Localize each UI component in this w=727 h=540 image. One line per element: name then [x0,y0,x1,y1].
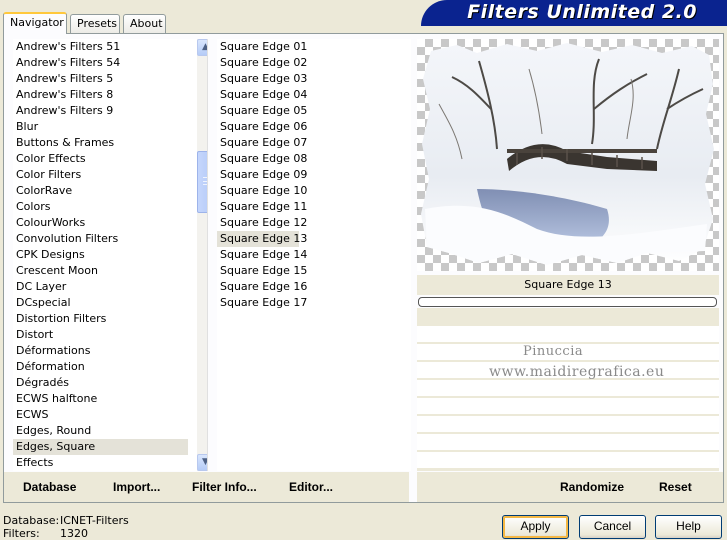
category-list-item[interactable]: Convolution Filters [13,231,188,247]
category-list-item[interactable]: Déformations [13,343,188,359]
filter-list-item[interactable]: Square Edge 14 [217,247,307,263]
editor-button[interactable]: Editor... [289,480,333,494]
randomize-button[interactable]: Randomize [560,480,624,494]
database-label: Database: [3,514,60,527]
navigator-panel: Andrew's Filters 51 Andrew's Filters 54 An… [3,33,724,503]
database-value: ICNET-Filters [60,514,129,527]
category-list-item[interactable]: Dégradés [13,375,188,391]
category-items: Andrew's Filters 51 Andrew's Filters 54 An… [13,39,207,471]
category-list-item[interactable]: Déformation [13,359,188,375]
filter-info-button[interactable]: Filter Info... [192,480,257,494]
control-row [417,452,719,468]
category-list-item[interactable]: Blur [13,119,188,135]
category-list-item[interactable]: CPK Designs [13,247,188,263]
control-row [417,380,719,396]
tab-navigator[interactable]: Navigator [3,12,67,34]
category-list-item[interactable]: DCspecial [13,295,188,311]
category-list-item[interactable]: Distort [13,327,188,343]
category-list-item[interactable]: Andrew's Filters 8 [13,87,188,103]
filter-list-item[interactable]: Square Edge 06 [217,119,307,135]
filter-list-item[interactable]: Square Edge 15 [217,263,307,279]
import-button[interactable]: Import... [113,480,160,494]
filters-label: Filters: [3,527,40,540]
category-list-item[interactable]: ColorRave [13,183,188,199]
filter-name-label: Square Edge 13 [524,278,612,291]
scroll-thumb[interactable] [197,151,207,213]
apply-button[interactable]: Apply [502,515,569,539]
help-button[interactable]: Help [655,515,722,539]
control-row [417,398,719,414]
category-list-item[interactable]: DC Layer [13,279,188,295]
filter-list-item[interactable]: Square Edge 16 [217,279,307,295]
category-list-item[interactable]: Distortion Filters [13,311,188,327]
filter-items: Square Edge 01 Square Edge 02 Square Edge … [217,39,411,311]
reset-button[interactable]: Reset [659,480,692,494]
filter-list-item[interactable]: Square Edge 09 [217,167,307,183]
tab-about[interactable]: About [123,14,166,33]
filter-list-item[interactable]: Square Edge 01 [217,39,307,55]
filter-list-item[interactable]: Square Edge 07 [217,135,307,151]
selected-filter-name: Square Edge 13 [417,275,719,295]
app-title: Filters Unlimited 2.0 [467,1,697,23]
category-list-item[interactable]: Edges, Round [13,423,188,439]
navigator-toolbar: Database Import... Filter Info... Editor… [4,472,723,502]
filter-list[interactable]: Square Edge 01 Square Edge 02 Square Edge … [217,39,411,471]
category-list-item[interactable]: Colors [13,199,188,215]
preview-image [417,39,719,271]
watermark-line2: www.maidiregrafica.eu [489,364,665,380]
filter-list-item[interactable]: Square Edge 02 [217,55,307,71]
category-list-item[interactable]: Andrew's Filters 54 [13,55,188,71]
category-list-item[interactable]: ColourWorks [13,215,188,231]
filter-list-item[interactable]: Square Edge 03 [217,71,307,87]
watermark-line1: Pinuccia [523,344,584,359]
category-list-item[interactable]: Buttons & Frames [13,135,188,151]
category-list-item[interactable]: Andrew's Filters 9 [13,103,188,119]
category-list-item[interactable]: Andrew's Filters 5 [13,71,188,87]
category-list-item[interactable]: Crescent Moon [13,263,188,279]
control-row [417,434,719,450]
database-button[interactable]: Database [23,480,76,494]
category-list[interactable]: Andrew's Filters 51 Andrew's Filters 54 An… [13,39,208,471]
scroll-up-icon[interactable]: ▲ [197,39,207,56]
status-filters: Filters: 1320 [3,527,88,540]
status-database: Database: ICNET-Filters [3,514,129,527]
filter-list-item[interactable]: Square Edge 12 [217,215,307,231]
filter-controls-area: Pinuccia www.maidiregrafica.eu [417,308,719,471]
tab-presets[interactable]: Presets [70,14,120,33]
category-list-item[interactable]: Color Effects [13,151,188,167]
category-list-item[interactable]: Andrew's Filters 51 [13,39,188,55]
filter-list-item[interactable]: Square Edge 04 [217,87,307,103]
category-list-item[interactable]: ECWS halftone [13,391,188,407]
filter-list-item[interactable]: Square Edge 05 [217,103,307,119]
category-list-item[interactable]: ECWS [13,407,188,423]
category-list-item[interactable]: Color Filters [13,167,188,183]
filter-list-item[interactable]: Square Edge 13 [217,231,307,247]
winter-bridge-picture [421,43,714,265]
filter-list-item[interactable]: Square Edge 11 [217,199,307,215]
progress-bar [418,297,717,307]
category-list-item[interactable]: Effects [13,455,188,471]
control-row [417,416,719,432]
filter-list-item[interactable]: Square Edge 10 [217,183,307,199]
filters-count: 1320 [60,527,88,540]
filter-list-item[interactable]: Square Edge 08 [217,151,307,167]
category-scrollbar[interactable]: ▲ ▼ [197,39,207,471]
title-banner: Filters Unlimited 2.0 [421,0,727,26]
category-list-item[interactable]: Edges, Square [13,439,188,455]
control-row [417,326,719,342]
scroll-down-icon[interactable]: ▼ [197,454,207,471]
cancel-button[interactable]: Cancel [579,515,646,539]
filter-list-item[interactable]: Square Edge 17 [217,295,307,311]
